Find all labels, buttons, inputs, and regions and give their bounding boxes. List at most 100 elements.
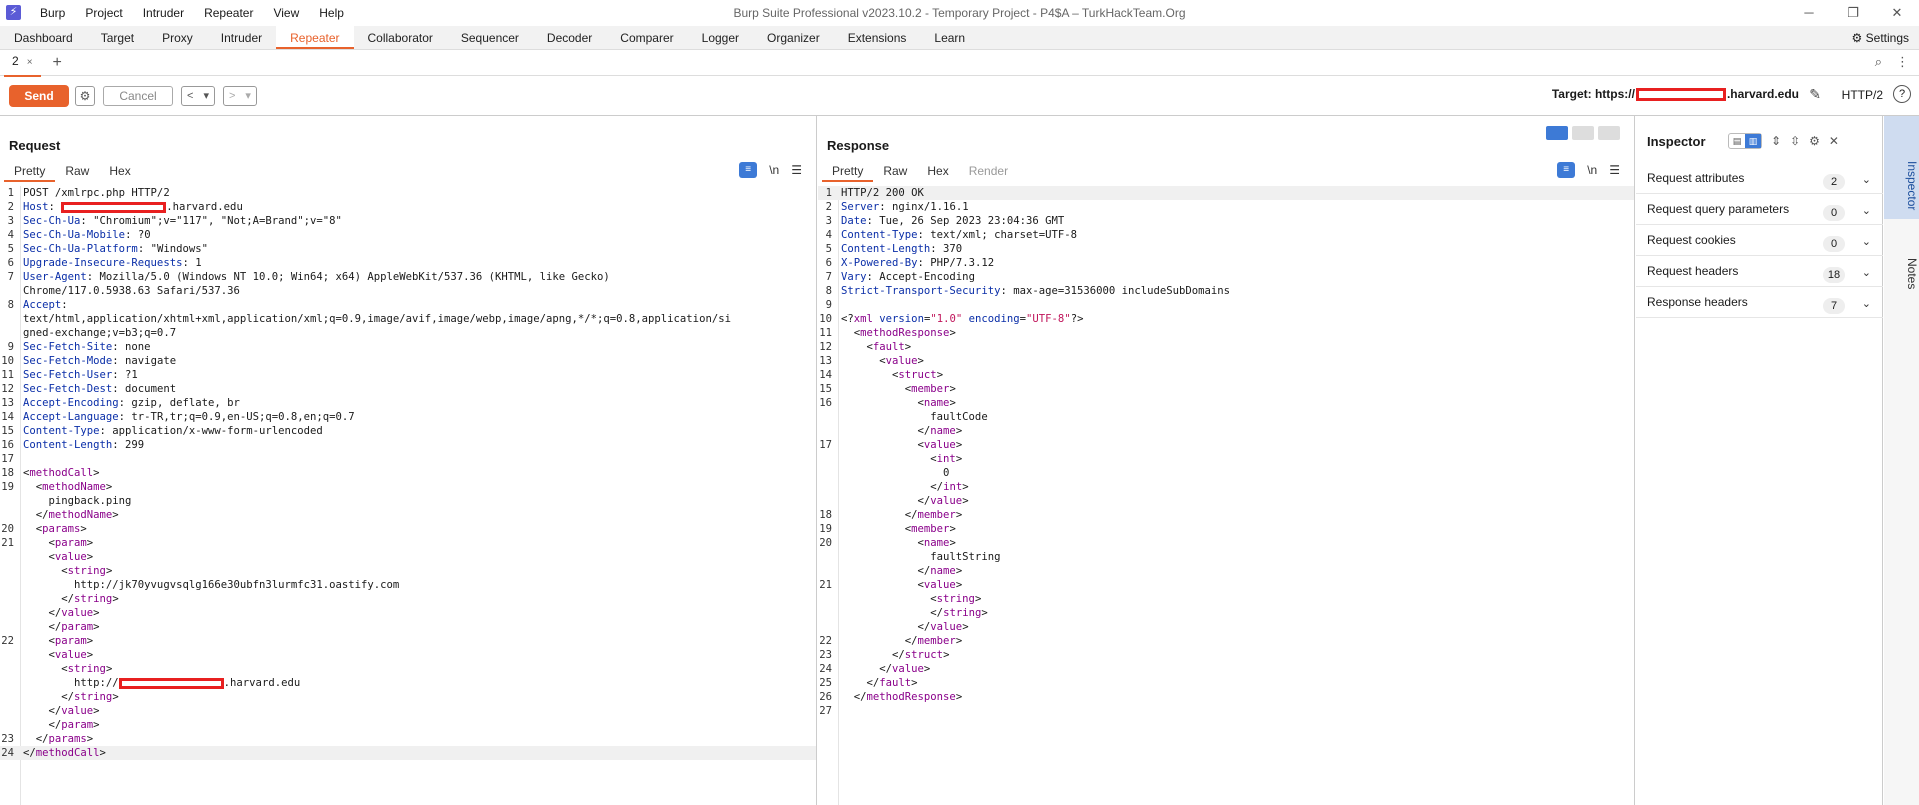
layout-list-icon[interactable]: ▤ bbox=[1729, 134, 1745, 148]
line-number: 20 bbox=[819, 537, 832, 549]
close-window-icon[interactable]: ✕ bbox=[1875, 0, 1919, 26]
code-line: 21 <value> bbox=[818, 578, 1634, 592]
menu-intruder[interactable]: Intruder bbox=[133, 0, 194, 26]
tab-dashboard[interactable]: Dashboard bbox=[0, 26, 87, 49]
redaction-box bbox=[1635, 88, 1726, 102]
inspector-section-request-attributes[interactable]: Request attributes 2 ⌄ bbox=[1636, 163, 1883, 194]
tab-repeater[interactable]: Repeater bbox=[276, 26, 354, 49]
inspector-section-request-headers[interactable]: Request headers 18 ⌄ bbox=[1636, 256, 1883, 287]
tab-extensions[interactable]: Extensions bbox=[834, 26, 921, 49]
menu-icon[interactable]: ☰ bbox=[1609, 163, 1620, 177]
code-line: 19 <methodName> bbox=[0, 480, 816, 494]
collapse-all-icon[interactable]: ⇳ bbox=[1790, 134, 1800, 148]
line-content: <member> bbox=[841, 383, 956, 395]
wrap-lines-icon[interactable]: ≡ bbox=[1557, 162, 1576, 178]
tab-decoder[interactable]: Decoder bbox=[533, 26, 606, 49]
count-badge: 7 bbox=[1823, 298, 1845, 314]
line-number: 15 bbox=[819, 383, 832, 395]
menu-burp[interactable]: Burp bbox=[30, 0, 75, 26]
wrap-lines-icon[interactable]: ≡ bbox=[739, 162, 758, 178]
minimize-icon[interactable]: ─ bbox=[1787, 0, 1831, 26]
send-button[interactable]: Send bbox=[9, 84, 69, 107]
tab-render[interactable]: Render bbox=[959, 160, 1018, 182]
back-dropdown-icon[interactable]: ▾ bbox=[198, 87, 214, 105]
inspector-layout-toggle[interactable]: ▤ ▥ bbox=[1728, 133, 1762, 149]
line-content: http://jk70yvugvsqlg166e30ubfn3lurmfc31.… bbox=[23, 579, 400, 591]
help-icon[interactable]: ? bbox=[1893, 85, 1911, 103]
response-editor[interactable]: 1 HTTP/2 200 OK 2 Server: nginx/1.16.1 3 Date… bbox=[818, 186, 1634, 805]
tab-sequencer[interactable]: Sequencer bbox=[447, 26, 533, 49]
show-newlines-icon[interactable]: \n bbox=[1587, 163, 1597, 177]
forward-dropdown-icon[interactable]: ▾ bbox=[240, 87, 256, 105]
menu-help[interactable]: Help bbox=[309, 0, 354, 26]
tab-raw[interactable]: Raw bbox=[873, 160, 917, 182]
layout-side-by-side-icon[interactable] bbox=[1546, 126, 1568, 140]
tab-collaborator[interactable]: Collaborator bbox=[354, 26, 447, 49]
tab-pretty[interactable]: Pretty bbox=[4, 160, 56, 182]
layout-stacked-icon[interactable] bbox=[1572, 126, 1594, 140]
tab-organizer[interactable]: Organizer bbox=[753, 26, 834, 49]
back-nav[interactable]: < ▾ bbox=[181, 85, 215, 106]
menu-repeater[interactable]: Repeater bbox=[194, 0, 263, 26]
tab-label: 2 bbox=[12, 53, 19, 68]
tab-learn[interactable]: Learn bbox=[920, 26, 979, 49]
tab-comparer[interactable]: Comparer bbox=[606, 26, 687, 49]
line-number: 10 bbox=[1, 355, 14, 367]
forward-icon[interactable]: > bbox=[224, 87, 240, 105]
edit-target-icon[interactable]: ✎ bbox=[1809, 86, 1821, 103]
add-tab-icon[interactable]: + bbox=[53, 54, 62, 72]
tab-hex[interactable]: Hex bbox=[99, 160, 140, 182]
layout-split-icon[interactable]: ▥ bbox=[1745, 134, 1761, 148]
request-editor[interactable]: 1 POST /xmlrpc.php HTTP/2 2 Host: .harvard.… bbox=[0, 186, 816, 805]
line-number: 16 bbox=[1, 439, 14, 451]
tab-logger[interactable]: Logger bbox=[688, 26, 753, 49]
restore-icon[interactable]: ❐ bbox=[1831, 0, 1875, 26]
inspector-section-request-cookies[interactable]: Request cookies 0 ⌄ bbox=[1636, 225, 1883, 256]
code-line: </name> bbox=[818, 564, 1634, 578]
line-content: <methodCall> bbox=[23, 467, 100, 479]
line-content: </member> bbox=[841, 509, 963, 521]
menu-view[interactable]: View bbox=[263, 0, 309, 26]
gear-icon[interactable]: ⚙ bbox=[75, 85, 95, 106]
line-content: Accept-Encoding: gzip, deflate, br bbox=[23, 397, 240, 409]
tab-target[interactable]: Target bbox=[87, 26, 148, 49]
repeater-tabs: 2 × + ⌕ ⋮ bbox=[0, 49, 1919, 77]
show-newlines-icon[interactable]: \n bbox=[769, 163, 779, 177]
tab-proxy[interactable]: Proxy bbox=[148, 26, 207, 49]
tab-raw[interactable]: Raw bbox=[55, 160, 99, 182]
forward-nav[interactable]: > ▾ bbox=[222, 85, 257, 106]
expand-all-icon[interactable]: ⇕ bbox=[1771, 134, 1781, 148]
inspector-section-request-query-parameters[interactable]: Request query parameters 0 ⌄ bbox=[1636, 194, 1883, 225]
chevron-down-icon[interactable]: ⌄ bbox=[1862, 266, 1871, 279]
settings-link[interactable]: ⚙ Settings bbox=[1852, 26, 1909, 50]
line-number: 10 bbox=[819, 313, 832, 325]
code-line: 7 User-Agent: Mozilla/5.0 (Windows NT 10.… bbox=[0, 270, 816, 284]
cancel-button[interactable]: Cancel bbox=[103, 85, 173, 106]
chevron-down-icon[interactable]: ⌄ bbox=[1862, 297, 1871, 310]
inspector-section-response-headers[interactable]: Response headers 7 ⌄ bbox=[1636, 287, 1883, 318]
repeater-tab-2[interactable]: 2 × bbox=[4, 49, 41, 77]
side-tab-notes[interactable]: Notes bbox=[1884, 224, 1919, 294]
http-version[interactable]: HTTP/2 bbox=[1842, 88, 1883, 102]
code-line: 8 Accept: bbox=[0, 298, 816, 312]
chevron-down-icon[interactable]: ⌄ bbox=[1862, 204, 1871, 217]
close-icon[interactable]: ✕ bbox=[1829, 134, 1839, 148]
code-line: 24 </methodCall> bbox=[0, 746, 816, 760]
tab-intruder[interactable]: Intruder bbox=[207, 26, 276, 49]
chevron-down-icon[interactable]: ⌄ bbox=[1862, 173, 1871, 186]
layout-tabs-icon[interactable] bbox=[1598, 126, 1620, 140]
line-content: </string> bbox=[23, 691, 119, 703]
search-icon[interactable]: ⌕ bbox=[1875, 54, 1882, 70]
gear-icon[interactable]: ⚙ bbox=[1809, 134, 1820, 148]
close-tab-icon[interactable]: × bbox=[27, 57, 33, 68]
back-icon[interactable]: < bbox=[182, 87, 198, 105]
target-url[interactable]: Target: https:// .harvard.edu bbox=[1552, 87, 1799, 102]
menu-project[interactable]: Project bbox=[75, 0, 132, 26]
more-options-icon[interactable]: ⋮ bbox=[1896, 54, 1909, 70]
line-number: 22 bbox=[1, 635, 14, 647]
menu-icon[interactable]: ☰ bbox=[791, 163, 802, 177]
side-tab-inspector[interactable]: Inspector bbox=[1884, 116, 1919, 219]
chevron-down-icon[interactable]: ⌄ bbox=[1862, 235, 1871, 248]
tab-pretty[interactable]: Pretty bbox=[822, 160, 874, 182]
tab-hex[interactable]: Hex bbox=[917, 160, 958, 182]
